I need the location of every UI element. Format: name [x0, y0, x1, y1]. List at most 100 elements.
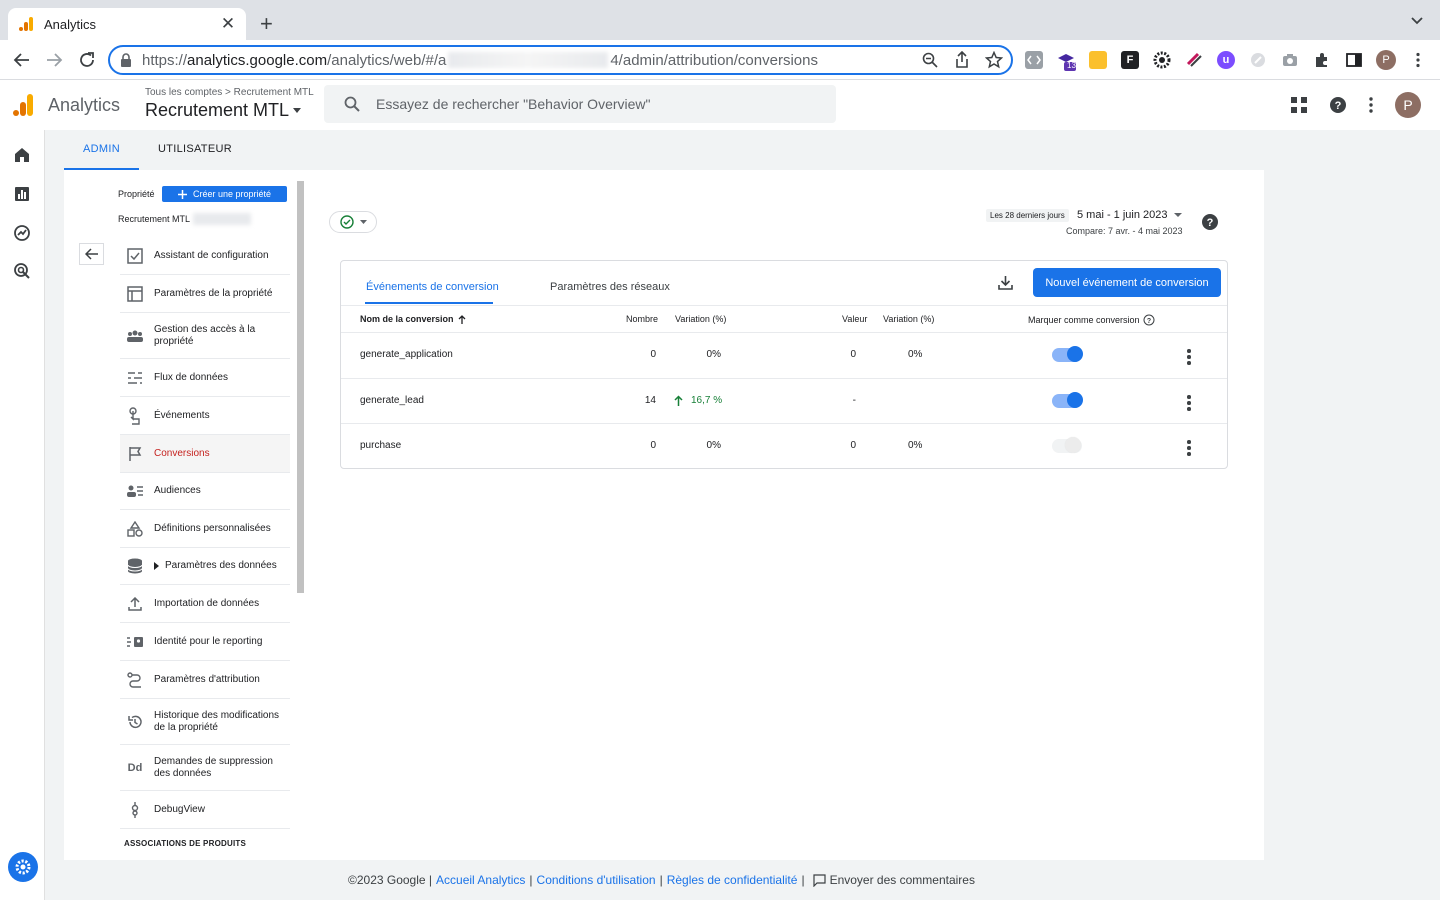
breadcrumb-root[interactable]: Tous les comptes — [145, 87, 222, 98]
property-menu: Assistant de configuration Paramètres de… — [120, 238, 290, 829]
menu-item-access-management[interactable]: Gestion des accès à la propriété — [120, 313, 290, 359]
tab-admin[interactable]: ADMIN — [64, 130, 139, 170]
code-extension-icon[interactable] — [1025, 51, 1043, 69]
menu-item-data-import[interactable]: Importation de données — [120, 585, 290, 623]
share-icon[interactable] — [954, 51, 970, 69]
admin-settings-gear-icon[interactable] — [8, 852, 38, 882]
svg-text:?: ? — [1146, 318, 1150, 325]
conversion-count: 0 — [650, 440, 656, 451]
menu-item-deletion-requests[interactable]: Dd Demandes de suppression des données — [120, 745, 290, 791]
menu-item-attribution-settings[interactable]: Paramètres d'attribution — [120, 661, 290, 699]
account-avatar[interactable]: P — [1395, 92, 1421, 118]
side-panel-icon[interactable] — [1345, 51, 1363, 69]
conversion-count-variation: 0% — [706, 349, 721, 360]
create-property-button[interactable]: Créer une propriété — [162, 186, 287, 202]
camera-extension-icon[interactable] — [1281, 51, 1299, 69]
column-header-count[interactable]: Nombre — [626, 314, 658, 324]
data-quality-chip[interactable] — [329, 211, 377, 233]
u-extension-icon[interactable]: u — [1217, 51, 1235, 69]
tab-close-icon[interactable]: ✕ — [220, 14, 236, 33]
menu-item-debugview[interactable]: DebugView — [120, 791, 290, 829]
explore-icon[interactable] — [13, 224, 33, 244]
menu-item-events[interactable]: Événements — [120, 397, 290, 435]
help-icon[interactable]: ? — [1329, 96, 1347, 114]
footer-link-privacy[interactable]: Règles de confidentialité — [667, 873, 798, 887]
zoom-icon[interactable] — [921, 51, 939, 69]
gear-extension-icon[interactable] — [1153, 51, 1171, 69]
home-icon[interactable] — [13, 146, 33, 166]
row-more-icon[interactable] — [1187, 440, 1191, 458]
footer-copyright: ©2023 Google | — [348, 873, 433, 887]
forward-arrow-icon[interactable] — [45, 51, 63, 69]
chrome-profile-avatar[interactable]: P — [1376, 50, 1396, 70]
collapse-back-button[interactable] — [79, 243, 104, 265]
apps-grid-icon[interactable] — [1291, 97, 1307, 113]
menu-item-change-history[interactable]: Historique des modifications de la propr… — [120, 699, 290, 745]
footer-feedback[interactable]: Envoyer des commentaires — [830, 873, 975, 887]
date-range-picker[interactable]: 5 mai - 1 juin 2023 — [1077, 209, 1182, 221]
mark-conversion-toggle[interactable] — [1052, 437, 1082, 453]
note-extension-icon[interactable] — [1089, 51, 1107, 69]
column-header-value[interactable]: Valeur — [842, 314, 867, 324]
more-vert-icon[interactable] — [1366, 96, 1376, 114]
reports-icon[interactable] — [13, 185, 33, 205]
puzzle-extensions-icon[interactable] — [1313, 51, 1331, 69]
search-bar[interactable]: Essayez de rechercher "Behavior Overview… — [324, 85, 836, 123]
tab-network-settings[interactable]: Paramètres des réseaux — [550, 281, 670, 293]
tab-user[interactable]: UTILISATEUR — [139, 130, 251, 168]
breadcrumb-account[interactable]: Recrutement MTL — [234, 87, 314, 98]
address-bar[interactable]: https://analytics.google.com/analytics/w… — [108, 45, 1013, 75]
reload-icon[interactable] — [78, 51, 96, 69]
menu-item-data-settings[interactable]: Paramètres des données — [120, 548, 290, 585]
analytics-logo-icon[interactable] — [12, 93, 34, 117]
new-conversion-event-button[interactable]: Nouvel événement de conversion — [1033, 268, 1221, 297]
menu-item-setup-assistant[interactable]: Assistant de configuration — [120, 238, 290, 275]
breadcrumb[interactable]: Tous les comptes > Recrutement MTL — [145, 87, 314, 98]
menu-scrollbar[interactable] — [297, 181, 304, 593]
footer-link-terms[interactable]: Conditions d'utilisation — [537, 873, 656, 887]
menu-item-conversions[interactable]: Conversions — [120, 435, 290, 473]
toggle-knob — [1065, 437, 1081, 453]
help-icon[interactable]: ? — [1201, 213, 1219, 231]
bookmark-star-icon[interactable] — [985, 51, 1003, 69]
f-extension-icon[interactable]: F — [1121, 51, 1139, 69]
advertising-icon[interactable] — [13, 262, 33, 282]
property-name: Recrutement MTL — [118, 214, 191, 224]
search-icon — [344, 96, 360, 112]
chain-extension-icon[interactable] — [1249, 51, 1267, 69]
tab-conversion-events[interactable]: Événements de conversion — [366, 281, 499, 293]
conversion-count: 14 — [644, 395, 656, 406]
url-host: analytics.google.com — [187, 51, 328, 69]
conversion-count-variation: 0% — [706, 440, 721, 451]
debug-icon — [126, 801, 144, 819]
property-name-selector[interactable]: Recrutement MTL — [118, 213, 252, 225]
menu-item-data-streams[interactable]: Flux de données — [120, 359, 290, 397]
row-more-icon[interactable] — [1187, 395, 1191, 413]
conversion-value: 0 — [850, 349, 856, 360]
conversion-value-variation: 0% — [908, 349, 923, 360]
mark-conversion-toggle[interactable] — [1052, 392, 1083, 408]
graduation-extension-icon[interactable]: 13 — [1057, 51, 1076, 71]
tab-search-chevron-icon[interactable] — [1410, 16, 1424, 26]
identity-icon — [126, 633, 144, 651]
menu-item-property-settings[interactable]: Paramètres de la propriété — [120, 275, 290, 313]
column-header-count-variation[interactable]: Variation (%) — [675, 314, 726, 324]
column-header-name[interactable]: Nom de la conversion — [360, 314, 466, 324]
admin-tab-bar: ADMIN UTILISATEUR — [64, 130, 251, 170]
property-selector[interactable]: Recrutement MTL — [145, 100, 302, 121]
browser-tab[interactable]: Analytics ✕ — [8, 8, 246, 40]
mark-conversion-toggle[interactable] — [1052, 346, 1083, 362]
left-nav-rail — [0, 130, 45, 900]
footer-link-analytics-home[interactable]: Accueil Analytics — [436, 873, 525, 887]
link-extension-icon[interactable] — [1185, 51, 1203, 69]
help-outline-icon[interactable]: ? — [1143, 314, 1155, 326]
row-more-icon[interactable] — [1187, 349, 1191, 367]
menu-item-audiences[interactable]: Audiences — [120, 473, 290, 510]
download-icon[interactable] — [997, 274, 1014, 291]
menu-item-custom-definitions[interactable]: Définitions personnalisées — [120, 510, 290, 548]
menu-item-reporting-identity[interactable]: Identité pour le reporting — [120, 623, 290, 661]
column-header-value-variation[interactable]: Variation (%) — [883, 314, 934, 324]
back-arrow-icon[interactable] — [13, 51, 31, 69]
new-tab-button[interactable]: + — [260, 13, 273, 35]
chrome-menu-icon[interactable] — [1413, 52, 1423, 68]
